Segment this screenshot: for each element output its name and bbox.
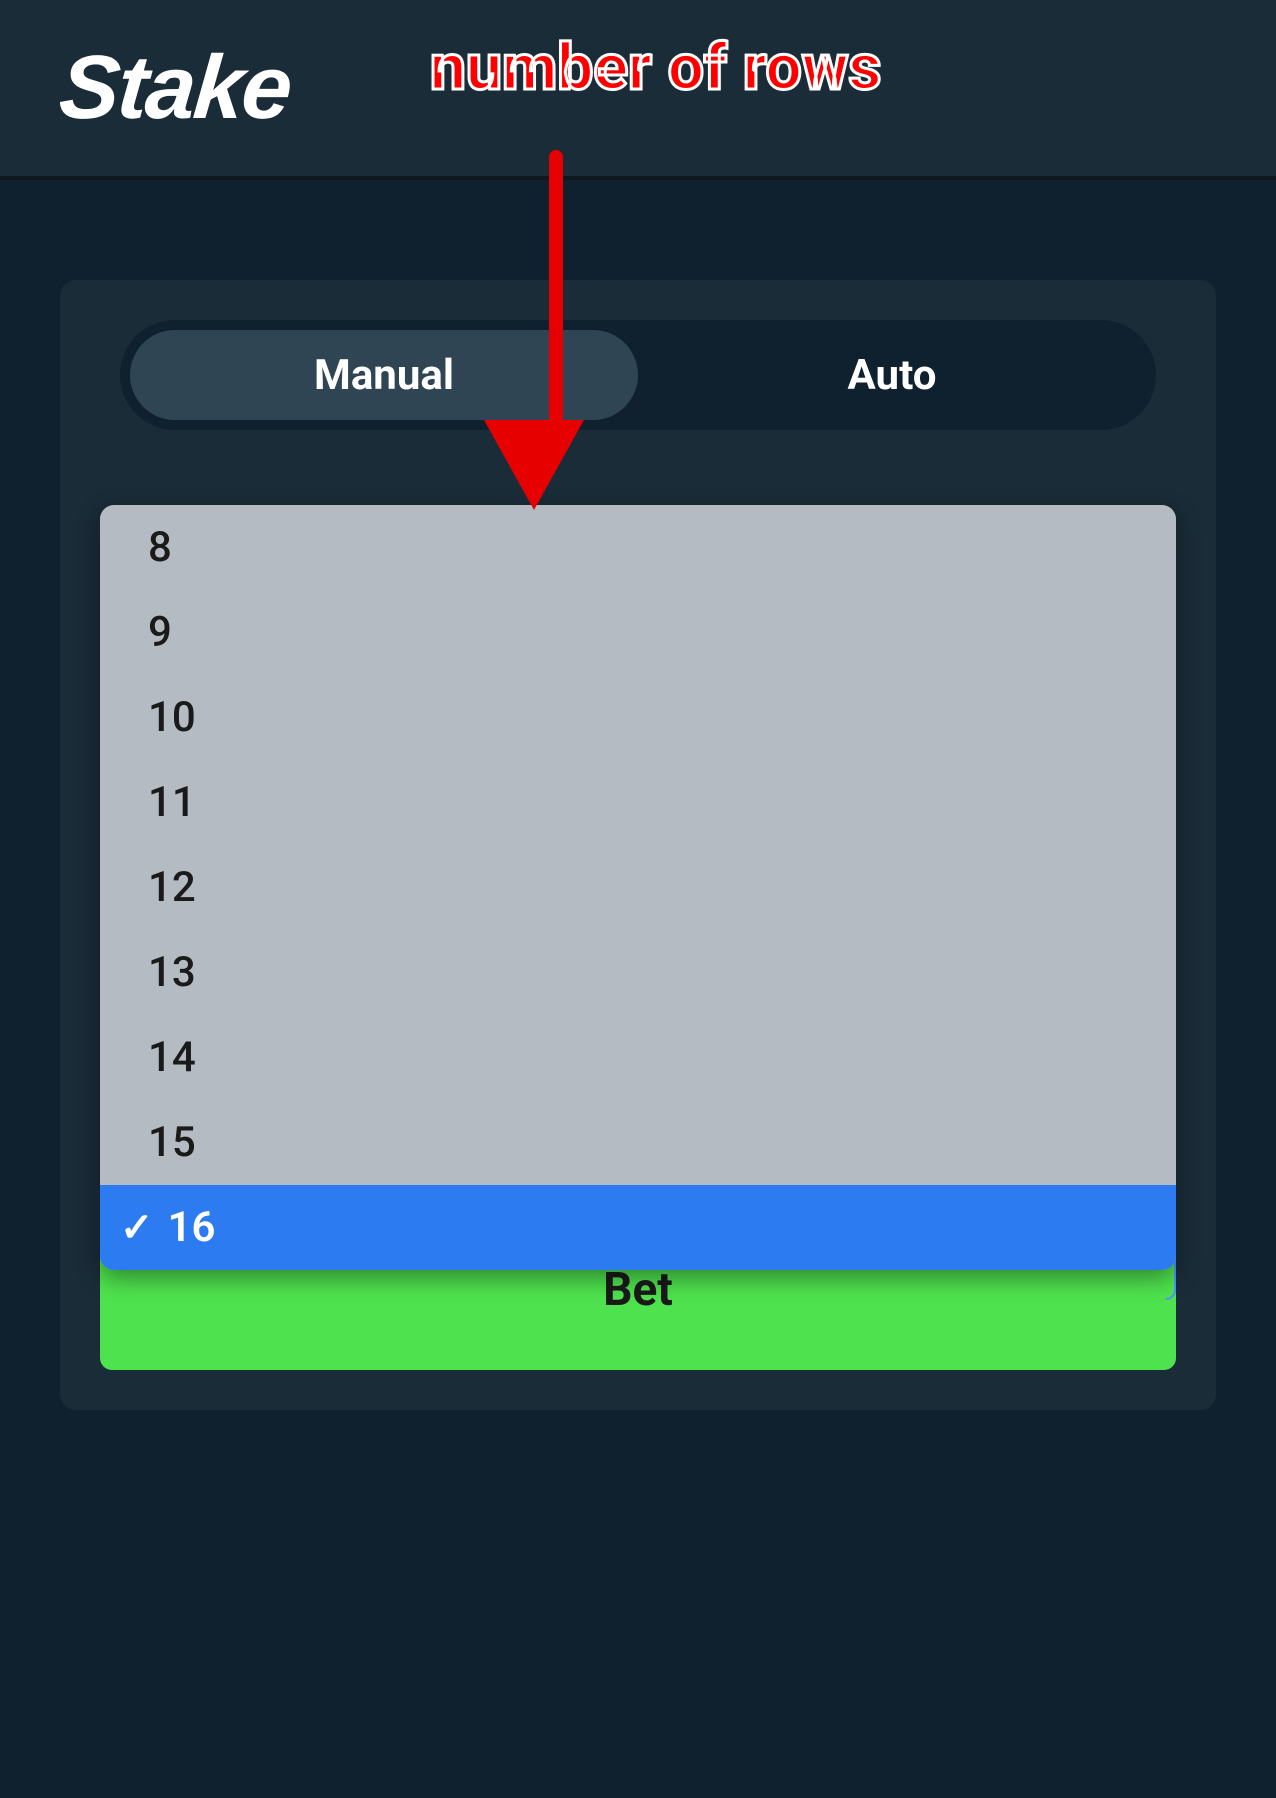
dropdown-option-11[interactable]: 11	[100, 760, 1176, 845]
mode-tab-switch: Manual Auto	[120, 320, 1156, 430]
annotation-text: number of rows	[430, 30, 881, 105]
dropdown-option-10[interactable]: 10	[100, 675, 1176, 760]
dropdown-option-8[interactable]: 8	[100, 505, 1176, 590]
stake-logo: Stake	[55, 37, 294, 140]
dropdown-option-14[interactable]: 14	[100, 1015, 1176, 1100]
dropdown-selected-label: 16	[168, 1203, 216, 1252]
dropdown-option-13[interactable]: 13	[100, 930, 1176, 1015]
dropdown-option-16[interactable]: ✓ 16	[100, 1185, 1176, 1270]
tab-auto[interactable]: Auto	[638, 330, 1146, 420]
dropdown-option-12[interactable]: 12	[100, 845, 1176, 930]
rows-dropdown[interactable]: 8 9 10 11 12 13 14 15 ✓ 16	[100, 505, 1176, 1270]
dropdown-option-15[interactable]: 15	[100, 1100, 1176, 1185]
checkmark-icon: ✓	[120, 1204, 154, 1251]
annotation-arrow	[527, 150, 584, 510]
dropdown-option-9[interactable]: 9	[100, 590, 1176, 675]
